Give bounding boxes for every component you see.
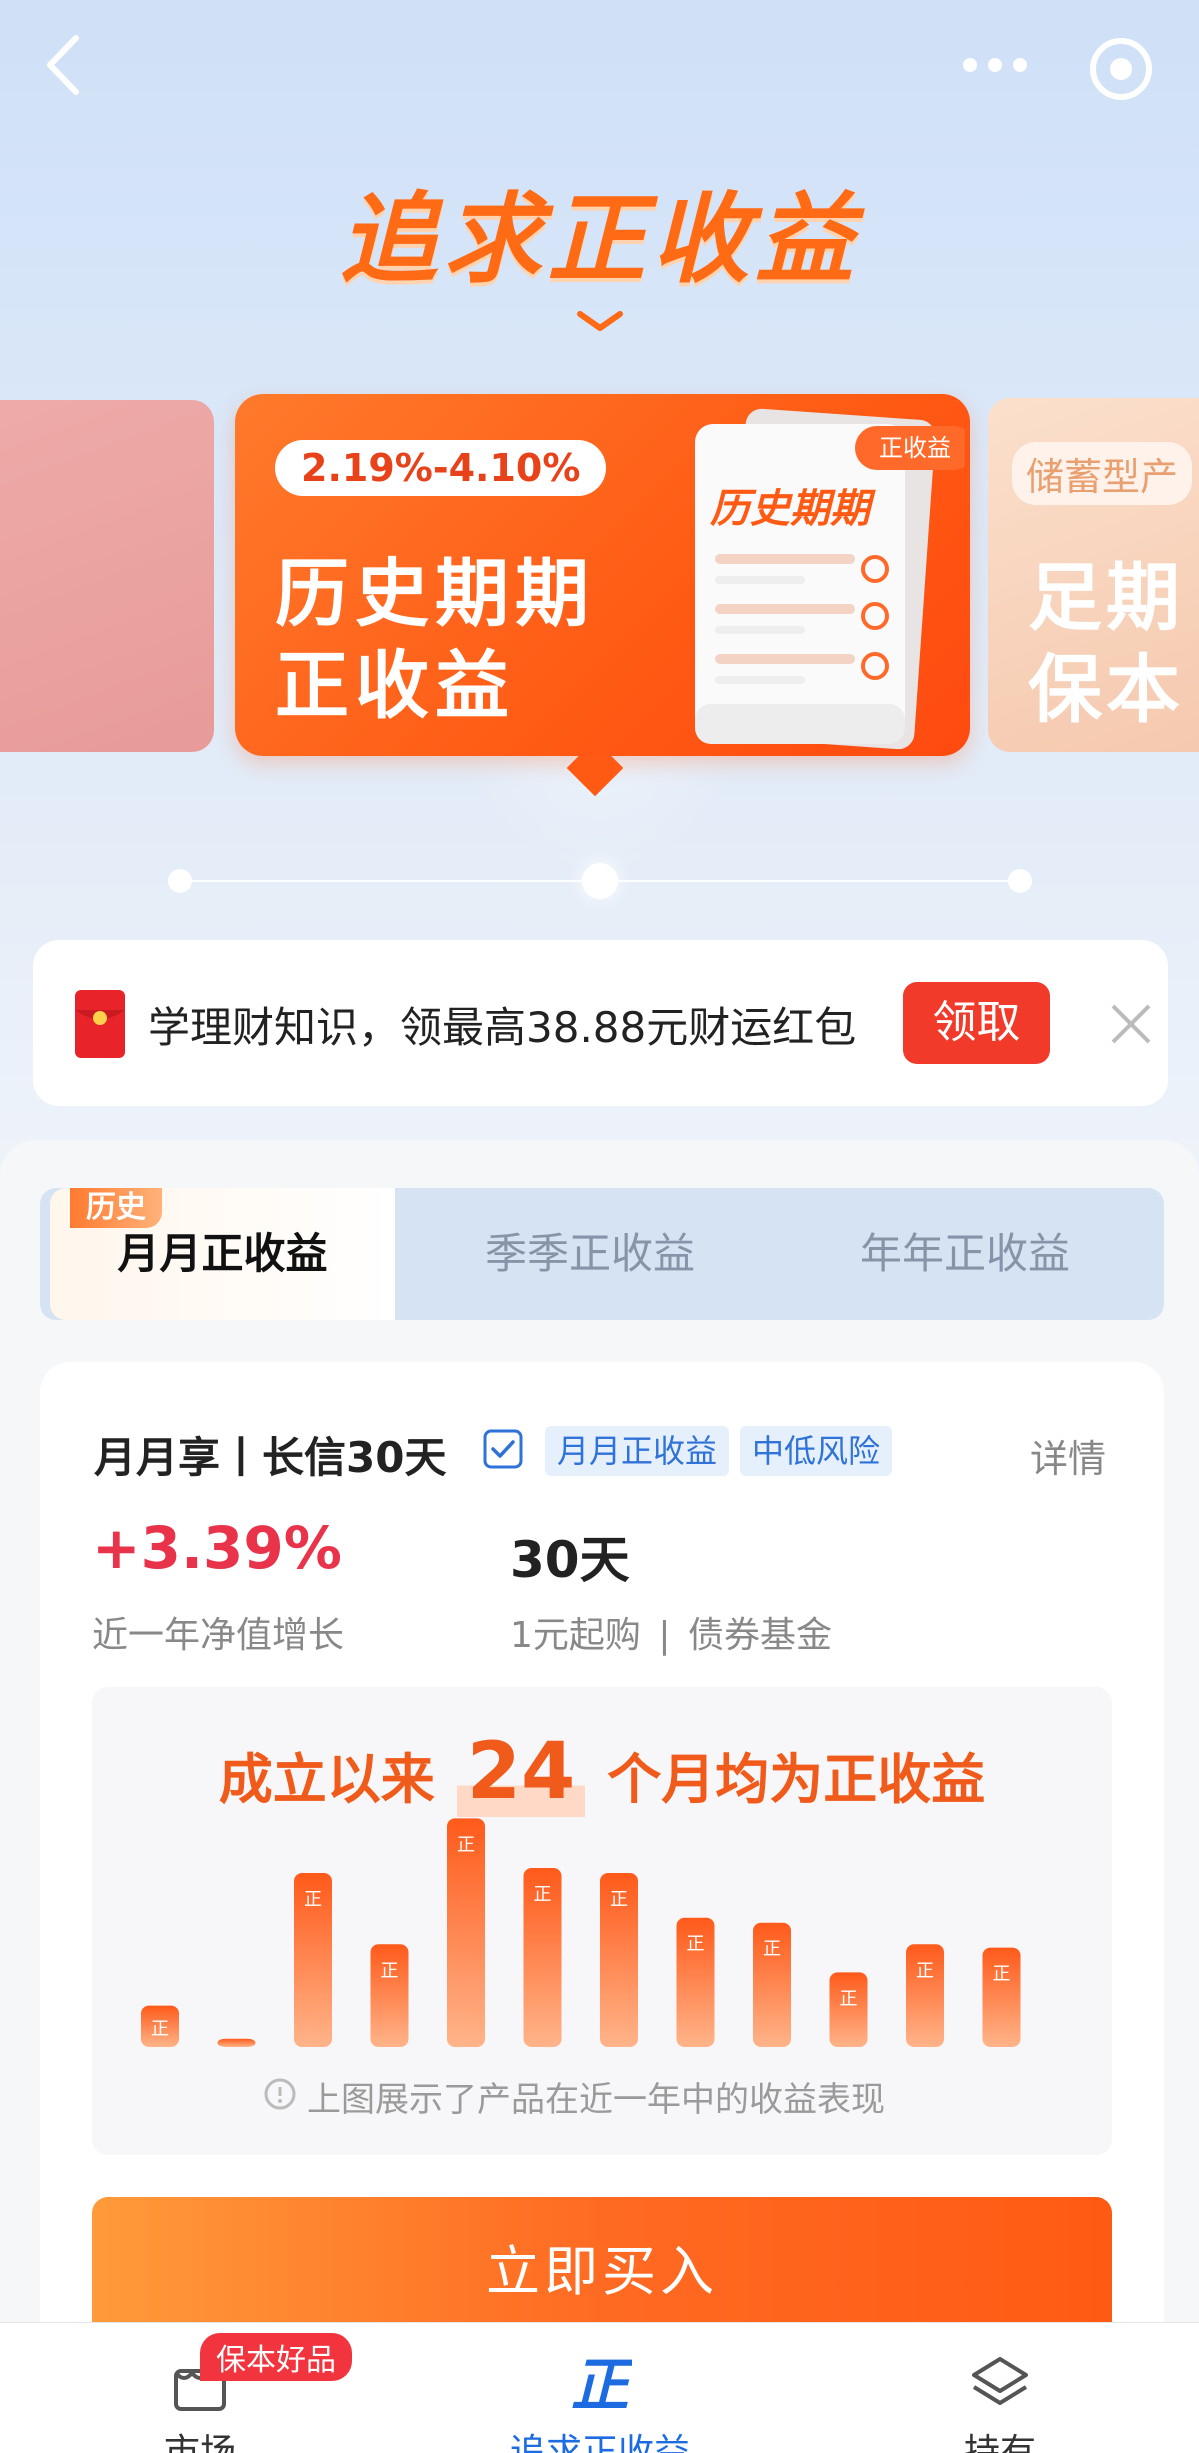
carousel-card-left[interactable] <box>0 400 214 752</box>
nav-label: 追求正收益 <box>509 2432 690 2453</box>
period-value: 30天 <box>510 1531 630 1589</box>
back-icon[interactable] <box>40 30 90 100</box>
bar-label: 正 <box>916 1960 934 1981</box>
document-illustration-icon: 正收益 历史期期 <box>695 408 965 750</box>
nav-label: 市场 <box>163 2432 236 2453</box>
rate-value: +3.39% <box>92 1514 342 1582</box>
indicator-dot-active[interactable] <box>582 863 618 899</box>
tab-history-tag: 历史 <box>70 1188 162 1228</box>
close-icon[interactable] <box>1105 998 1157 1050</box>
svg-text:正: 正 <box>571 2351 632 2415</box>
info-icon <box>264 2078 296 2110</box>
nav-item-holdings[interactable]: 持有 <box>850 2323 1150 2453</box>
layers-icon <box>972 2357 1028 2405</box>
more-icon[interactable] <box>960 50 1030 80</box>
nav-badge: 保本好品 <box>200 2333 352 2381</box>
card-right-line2: 保本 <box>1028 647 1184 733</box>
product-card[interactable]: 月月享丨长信30天 月月正收益 中低风险 详情 +3.39% 30天 近一年净值… <box>40 1362 1164 2392</box>
fund-type: 债券基金 <box>687 1615 832 1656</box>
promo-banner[interactable]: 学理财知识，领最高38.88元财运红包 领取 <box>33 940 1168 1106</box>
carousel-indicator <box>168 863 1032 899</box>
tab-label: 年年正收益 <box>859 1229 1070 1278</box>
red-packet-icon <box>75 990 125 1058</box>
chart-note: 上图展示了产品在近一年中的收益表现 <box>307 2080 885 2120</box>
tab-quarterly[interactable]: 季季正收益 <box>415 1188 765 1320</box>
nav-label: 持有 <box>963 2432 1036 2453</box>
tab-label: 月月正收益 <box>117 1229 328 1278</box>
product-name: 月月享丨长信30天 <box>94 1433 447 1482</box>
product-tag: 月月正收益 <box>545 1426 730 1476</box>
bottom-nav: 保本好品 市场 正 追求正收益 持有 <box>0 2322 1199 2453</box>
nav-item-market[interactable]: 保本好品 市场 <box>50 2323 352 2453</box>
detail-link[interactable]: 详情 <box>1030 1428 1106 1483</box>
tab-yearly[interactable]: 年年正收益 <box>790 1188 1140 1320</box>
chevron-down-icon <box>577 311 623 331</box>
risk-tag: 中低风险 <box>740 1426 893 1476</box>
bar-label: 正 <box>534 1884 552 1905</box>
chart-bar <box>217 2038 256 2047</box>
bar-label: 正 <box>763 1939 781 1960</box>
svg-text:正收益: 正收益 <box>879 434 951 462</box>
bar-label: 正 <box>840 1988 858 2009</box>
tab-label: 季季正收益 <box>484 1229 695 1278</box>
rate-range-pill: 2.19%-4.10% <box>275 440 607 496</box>
carousel-card-main[interactable]: 2.19%-4.10% 历史期期 正收益 正收益 历史期期 <box>235 394 970 756</box>
chart-bar <box>982 1947 1021 2047</box>
bar-label: 正 <box>457 1834 475 1855</box>
promo-text: 学理财知识，领最高38.88元财运红包 <box>148 1003 857 1052</box>
hero-title: 追求正收益 <box>339 183 860 297</box>
indicator-dot[interactable] <box>1008 869 1032 893</box>
bar-label: 正 <box>993 1964 1011 1985</box>
svg-text:历史期期: 历史期期 <box>710 486 876 532</box>
meta-separator: | <box>658 1615 671 1656</box>
nav-item-positive[interactable]: 正 追求正收益 <box>450 2323 750 2453</box>
verified-check-icon <box>483 1429 523 1469</box>
bar-label: 正 <box>687 1934 705 1955</box>
bar-label: 正 <box>381 1960 399 1981</box>
card-heading-line1: 历史期期 <box>275 551 595 637</box>
tab-monthly[interactable]: 历史 月月正收益 <box>50 1188 395 1320</box>
product-meta: 1元起购 | 债券基金 <box>510 1606 832 1658</box>
period-tabs: 历史 月月正收益 季季正收益 年年正收益 <box>40 1188 1164 1320</box>
claim-button[interactable]: 领取 <box>903 982 1050 1064</box>
card-right-pill: 储蓄型产 <box>1012 442 1193 505</box>
indicator-dot[interactable] <box>168 869 192 893</box>
history-chart: 成立以来 24 个月均为正收益 正正正正正正正正正正正 上图展示了产品在近一年中的收… <box>92 1687 1112 2155</box>
bar-label: 正 <box>151 2018 169 2039</box>
bar-label: 正 <box>610 1889 628 1910</box>
card-right-line1: 足期 <box>1028 555 1184 641</box>
chart-bar <box>829 1972 868 2047</box>
positive-return-icon: 正 <box>571 2351 632 2415</box>
close-miniprogram-icon[interactable] <box>1088 36 1154 102</box>
rate-label: 近一年净值增长 <box>92 1615 345 1656</box>
card-heading-line2: 正收益 <box>275 643 515 729</box>
bar-label: 正 <box>304 1889 322 1910</box>
carousel-card-right[interactable]: 储蓄型产 足期 保本 <box>988 398 1199 752</box>
min-buy: 1元起购 <box>510 1615 641 1656</box>
